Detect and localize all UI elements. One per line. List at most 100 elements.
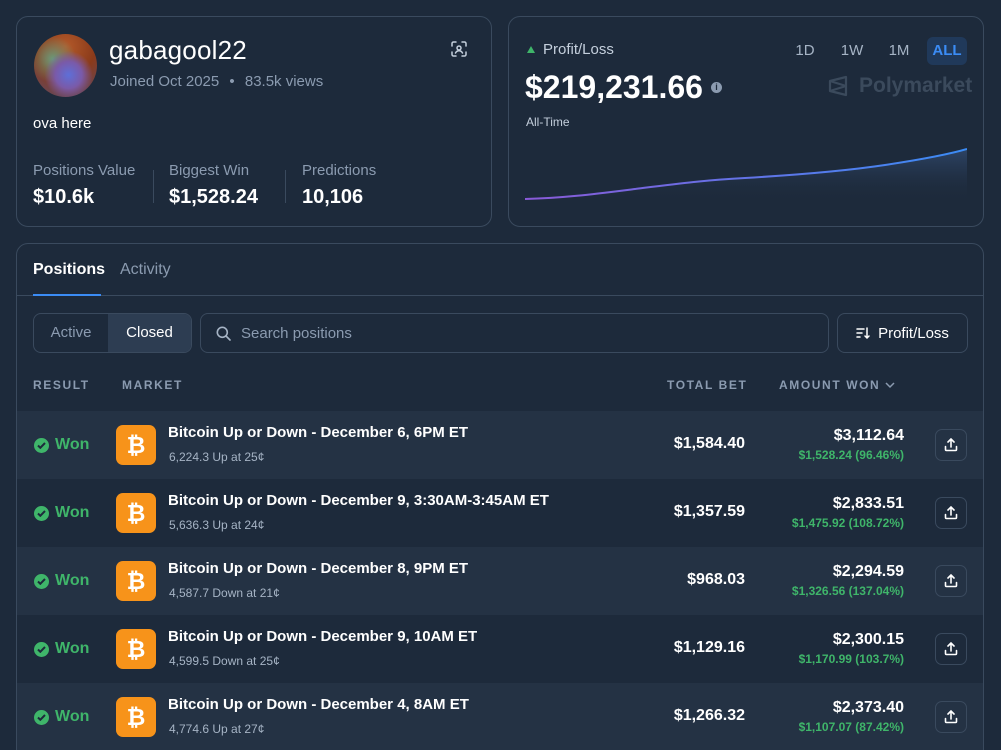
sort-label: Profit/Loss xyxy=(878,324,949,342)
profile-card: gabagool22 Joined Oct 2025 • 83.5k views… xyxy=(16,16,492,227)
status-toggle: Active Closed xyxy=(33,313,192,353)
check-circle-icon xyxy=(34,505,49,521)
joined-date: Joined Oct 2025 xyxy=(110,73,220,90)
profit-gain: $1,170.99 (103.7%) xyxy=(798,652,904,666)
avatar xyxy=(34,34,97,97)
share-icon xyxy=(944,506,958,520)
profile-meta: Joined Oct 2025 • 83.5k views xyxy=(110,73,323,90)
profit-loss-label: Profit/Loss xyxy=(527,41,614,58)
market-title[interactable]: Bitcoin Up or Down - December 9, 3:30AM-… xyxy=(168,492,549,509)
range-1w[interactable]: 1W xyxy=(835,37,869,65)
profit-gain: $1,475.92 (108.72%) xyxy=(791,516,904,530)
share-button[interactable] xyxy=(935,429,967,461)
stat-label: Predictions xyxy=(302,162,377,179)
result-text: Won xyxy=(55,708,90,725)
result-text: Won xyxy=(55,572,90,589)
check-circle-icon xyxy=(34,709,49,725)
total-bet: $1,266.32 xyxy=(673,707,745,724)
sort-button[interactable]: Profit/Loss xyxy=(837,313,968,353)
total-bet: $968.03 xyxy=(687,571,745,588)
share-button[interactable] xyxy=(935,565,967,597)
header-amount-won[interactable]: AMOUNT WON xyxy=(779,378,895,392)
total-bet: $1,357.59 xyxy=(673,503,745,520)
profit-loss-value-row: $219,231.66 i xyxy=(525,69,722,106)
share-icon xyxy=(944,642,958,656)
brand-name: Polymarket xyxy=(859,74,973,97)
share-button[interactable] xyxy=(935,701,967,733)
trend-up-icon xyxy=(527,46,535,53)
profit-loss-sparkline xyxy=(525,148,967,203)
search-box xyxy=(200,313,829,353)
username: gabagool22 xyxy=(109,35,247,65)
market-position: 4,774.6 Up at 27¢ xyxy=(169,722,265,736)
market-position: 5,636.3 Up at 24¢ xyxy=(169,518,265,532)
share-icon xyxy=(944,710,958,724)
meta-separator: • xyxy=(229,73,235,90)
table-row[interactable]: Won ₿ Bitcoin Up or Down - December 6, 6… xyxy=(17,411,983,479)
amount-won: $2,300.15 xyxy=(832,631,904,648)
stat-value: $10.6k xyxy=(33,186,95,208)
polymarket-logo-icon xyxy=(828,75,848,97)
check-circle-icon xyxy=(34,573,49,589)
result-text: Won xyxy=(55,436,90,453)
profit-gain: $1,326.56 (137.04%) xyxy=(791,584,904,598)
range-1d[interactable]: 1D xyxy=(789,37,821,65)
tab-activity[interactable]: Activity xyxy=(120,261,171,279)
total-bet: $1,129.16 xyxy=(673,639,745,656)
profit-gain: $1,107.07 (87.42%) xyxy=(798,720,904,734)
header-total-bet[interactable]: TOTAL BET xyxy=(667,378,747,392)
table-row[interactable]: Won ₿ Bitcoin Up or Down - December 9, 3… xyxy=(17,479,983,547)
search-input[interactable] xyxy=(241,314,811,352)
tab-bar: Positions Activity xyxy=(17,244,983,296)
sort-icon xyxy=(856,326,870,339)
tab-underline xyxy=(33,294,101,296)
result-badge: Won xyxy=(34,436,89,454)
scan-qr-icon[interactable] xyxy=(451,41,467,57)
bitcoin-icon: ₿ xyxy=(116,629,156,669)
header-market: MARKET xyxy=(122,378,183,392)
stat-positions-value: Positions Value $10.6k xyxy=(33,162,135,209)
share-icon xyxy=(944,438,958,452)
stat-value: $1,528.24 xyxy=(169,186,258,208)
result-text: Won xyxy=(55,640,90,657)
amount-won: $2,833.51 xyxy=(832,495,904,512)
tab-positions[interactable]: Positions xyxy=(33,261,105,279)
header-amount-won-label: AMOUNT WON xyxy=(779,378,881,392)
result-badge: Won xyxy=(34,572,89,590)
amount-won: $2,294.59 xyxy=(832,563,904,580)
profit-loss-title: Profit/Loss xyxy=(543,41,614,58)
share-button[interactable] xyxy=(935,633,967,665)
polymarket-logo: Polymarket xyxy=(827,74,972,98)
table-row[interactable]: Won ₿ Bitcoin Up or Down - December 9, 1… xyxy=(17,615,983,683)
table-row[interactable]: Won ₿ Bitcoin Up or Down - December 8, 9… xyxy=(17,547,983,615)
stat-biggest-win: Biggest Win $1,528.24 xyxy=(169,162,258,209)
info-icon[interactable]: i xyxy=(710,82,722,93)
profit-loss-card: Profit/Loss $219,231.66 i All-Time 1D 1W… xyxy=(508,16,984,227)
result-badge: Won xyxy=(34,640,89,658)
positions-card: Positions Activity Active Closed Profit/… xyxy=(16,243,984,750)
share-icon xyxy=(944,574,958,588)
filter-closed-button[interactable]: Closed xyxy=(108,314,191,352)
filter-active-button[interactable]: Active xyxy=(34,314,108,352)
market-title[interactable]: Bitcoin Up or Down - December 9, 10AM ET xyxy=(168,628,477,645)
search-icon xyxy=(216,326,231,341)
profit-loss-value: $219,231.66 xyxy=(525,69,703,105)
market-title[interactable]: Bitcoin Up or Down - December 4, 8AM ET xyxy=(168,696,469,713)
market-position: 4,587.7 Down at 21¢ xyxy=(169,586,280,600)
check-circle-icon xyxy=(34,641,49,657)
market-position: 6,224.3 Up at 25¢ xyxy=(169,450,265,464)
table-row[interactable]: Won ₿ Bitcoin Up or Down - December 4, 8… xyxy=(17,683,983,750)
stat-label: Positions Value xyxy=(33,162,136,179)
profit-loss-period: All-Time xyxy=(526,115,570,129)
range-all[interactable]: ALL xyxy=(927,37,967,65)
market-title[interactable]: Bitcoin Up or Down - December 6, 6PM ET xyxy=(168,424,468,441)
stat-divider xyxy=(153,170,154,203)
view-count: 83.5k views xyxy=(244,73,324,90)
market-position: 4,599.5 Down at 25¢ xyxy=(169,654,280,668)
range-1m[interactable]: 1M xyxy=(881,37,917,65)
bitcoin-icon: ₿ xyxy=(116,697,156,737)
header-result: RESULT xyxy=(33,378,90,392)
market-title[interactable]: Bitcoin Up or Down - December 8, 9PM ET xyxy=(168,560,468,577)
share-button[interactable] xyxy=(935,497,967,529)
amount-won: $2,373.40 xyxy=(832,699,904,716)
